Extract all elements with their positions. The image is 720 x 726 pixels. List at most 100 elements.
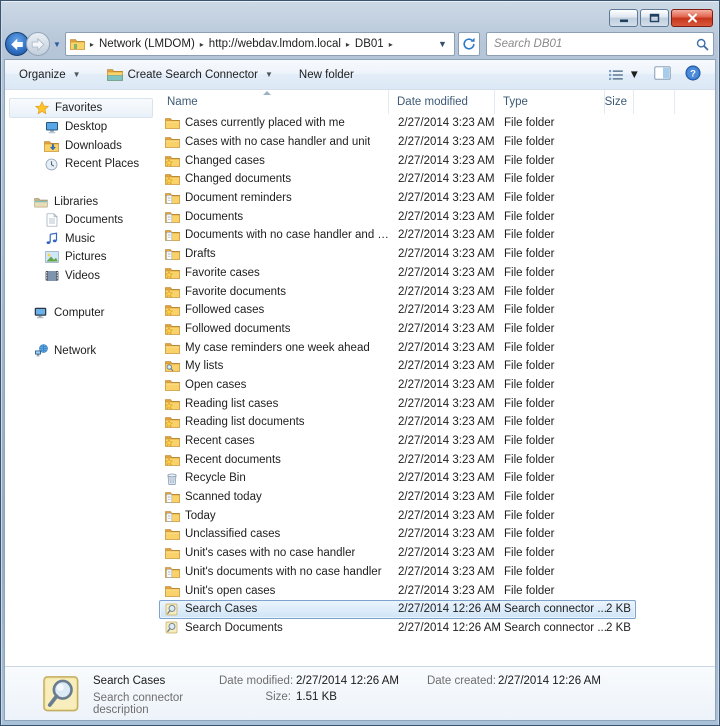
file-name: Document reminders [185,192,292,204]
network-icon [33,344,48,357]
file-name: Unit's open cases [185,585,275,597]
search-icon[interactable] [696,38,709,51]
sidebar-item[interactable]: Libraries [9,193,153,212]
file-list-area: Name Date modified Type Size [157,90,715,666]
create-search-connector-button[interactable]: Create Search Connector ▼ [107,68,273,81]
address-history-dropdown[interactable]: ▼ [434,39,451,49]
file-date-modified: 2/27/2014 3:23 AM [390,286,496,298]
file-row[interactable]: Unit's documents with no case handler 2/… [159,563,636,582]
help-button[interactable]: ? [685,65,701,84]
file-row[interactable]: Cases with no case handler and unit 2/27… [159,133,636,152]
file-row[interactable]: Cases currently placed with me 2/27/2014… [159,114,636,133]
file-name-cell: Search Documents [160,621,390,634]
file-row[interactable]: Document reminders 2/27/2014 3:23 AM Fil… [159,189,636,208]
forward-button[interactable] [26,32,50,56]
file-row[interactable]: Scanned today 2/27/2014 3:23 AM File fol… [159,488,636,507]
file-row[interactable]: Search Cases 2/27/2014 12:26 AM Search c… [159,600,636,619]
file-row[interactable]: Unit's cases with no case handler 2/27/2… [159,544,636,563]
date-created-label: Date created: [427,675,493,687]
file-row[interactable]: Favorite cases 2/27/2014 3:23 AM File fo… [159,264,636,283]
file-type: File folder [496,379,606,391]
sidebar-item[interactable]: Favorites [9,98,153,118]
file-name: Drafts [185,248,216,260]
breadcrumb-segment[interactable]: DB01 [355,38,384,50]
refresh-button[interactable] [458,32,480,56]
minimize-button[interactable] [609,9,638,27]
details-pane: Search Cases Search connector descriptio… [5,666,715,720]
sidebar-item[interactable]: Desktop [9,118,153,137]
file-row[interactable]: Search Documents 2/27/2014 12:26 AM Sear… [159,619,636,638]
sidebar-item[interactable]: Computer [9,304,153,323]
new-folder-button[interactable]: New folder [299,69,354,81]
folder-icon [165,585,180,597]
file-row[interactable]: My lists 2/27/2014 3:23 AM File folder [159,357,636,376]
file-row[interactable]: Unclassified cases 2/27/2014 3:23 AM Fil… [159,525,636,544]
details-description: Search connector description [93,692,219,716]
file-name: Search Cases [185,603,257,615]
file-row[interactable]: Recent documents 2/27/2014 3:23 AM File … [159,450,636,469]
file-row[interactable]: Drafts 2/27/2014 3:23 AM File folder [159,245,636,264]
breadcrumb-segment[interactable]: Network (LMDOM) [99,38,195,50]
file-row[interactable]: Documents with no case handler and unit … [159,226,636,245]
new-folder-label: New folder [299,69,354,81]
sidebar-item-label: Downloads [65,140,122,152]
sidebar-item[interactable]: Videos [9,267,153,286]
file-name: Changed cases [185,155,265,167]
file-name-cell: Open cases [160,379,390,391]
breadcrumb-segment[interactable]: http://webdav.lmdom.local [209,38,341,50]
views-button[interactable]: ▼ [608,69,640,81]
sidebar-item[interactable]: Downloads [9,137,153,156]
file-row[interactable]: My case reminders one week ahead 2/27/20… [159,338,636,357]
file-name: My lists [185,360,223,372]
file-row[interactable]: Favorite documents 2/27/2014 3:23 AM Fil… [159,282,636,301]
file-date-modified: 2/27/2014 3:23 AM [390,435,496,447]
file-row[interactable]: Unit's open cases 2/27/2014 3:23 AM File… [159,581,636,600]
organize-label: Organize [19,69,66,81]
folder-star-icon [165,454,180,466]
file-row[interactable]: Changed documents 2/27/2014 3:23 AM File… [159,170,636,189]
file-type: File folder [496,585,606,597]
close-button[interactable] [671,9,713,27]
file-name: Search Documents [185,622,283,634]
file-date-modified: 2/27/2014 3:23 AM [390,398,496,410]
file-row[interactable]: Reading list documents 2/27/2014 3:23 AM… [159,413,636,432]
file-row[interactable]: Followed documents 2/27/2014 3:23 AM Fil… [159,320,636,339]
organize-button[interactable]: Organize ▼ [19,69,81,81]
file-row[interactable]: Recent cases 2/27/2014 3:23 AM File fold… [159,432,636,451]
file-row[interactable]: Documents 2/27/2014 3:23 AM File folder [159,207,636,226]
column-header-type[interactable]: Type [495,90,605,114]
recent-pages-dropdown[interactable]: ▼ [53,40,61,49]
address-bar[interactable]: ▸ Network (LMDOM) ▸ http://webdav.lmdom.… [65,32,455,56]
sidebar-item[interactable]: Pictures [9,248,153,267]
file-name-cell: Search Cases [160,603,390,616]
preview-pane-button[interactable] [654,66,671,83]
file-row[interactable]: Open cases 2/27/2014 3:23 AM File folder [159,376,636,395]
maximize-button[interactable] [640,9,669,27]
sidebar-item[interactable]: Documents [9,211,153,230]
file-type: File folder [496,136,606,148]
sidebar-item[interactable]: Network [9,342,153,361]
date-modified-label: Date modified: [219,675,291,687]
file-row[interactable]: Changed cases 2/27/2014 3:23 AM File fol… [159,151,636,170]
column-header-size[interactable]: Size [605,90,634,114]
sidebar-item-label: Recent Places [65,158,139,170]
file-row[interactable]: Recycle Bin 2/27/2014 3:23 AM File folde… [159,469,636,488]
recent-icon [44,158,59,171]
file-name-cell: Reading list documents [160,416,390,428]
column-header-name[interactable]: Name [159,90,389,114]
file-type: File folder [496,510,606,522]
file-row[interactable]: Followed cases 2/27/2014 3:23 AM File fo… [159,301,636,320]
file-date-modified: 2/27/2014 3:23 AM [390,192,496,204]
sidebar-item[interactable]: Music [9,230,153,249]
toolbar-right-group: ▼ ? [608,65,701,84]
file-name-cell: Unit's cases with no case handler [160,547,390,559]
sidebar-item[interactable]: Recent Places [9,155,153,174]
file-name: Recycle Bin [185,472,246,484]
column-header-date-modified[interactable]: Date modified [389,90,495,114]
file-name: Changed documents [185,173,291,185]
file-row[interactable]: Today 2/27/2014 3:23 AM File folder [159,506,636,525]
search-input[interactable] [494,38,696,50]
chevron-down-icon: ▼ [73,70,81,79]
file-name: Favorite cases [185,267,260,279]
file-row[interactable]: Reading list cases 2/27/2014 3:23 AM Fil… [159,394,636,413]
